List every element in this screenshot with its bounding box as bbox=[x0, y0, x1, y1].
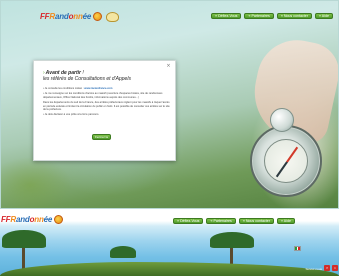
palm-tree-image bbox=[210, 232, 254, 248]
meteo-link[interactable]: www.meteofrance.com bbox=[84, 87, 112, 90]
palm-tree-image bbox=[2, 230, 46, 248]
top-navigation: « Défiez-Vous « Partenaires « Nous conta… bbox=[211, 13, 333, 19]
nav-button-contact[interactable]: « Nous contacter bbox=[276, 13, 312, 19]
logo-text: FFRandonnée bbox=[40, 12, 92, 21]
top-navigation: « Défiez-Vous « Partenaires « Nous conta… bbox=[173, 218, 295, 224]
modal-paragraph: • Je me renseigne sur les conditions d'a… bbox=[43, 92, 163, 99]
compass-needle bbox=[275, 146, 299, 178]
compass-image bbox=[250, 125, 322, 197]
hills-image bbox=[0, 262, 339, 276]
facebook-icon[interactable]: f bbox=[324, 265, 330, 271]
social-label: Suivez-nous bbox=[305, 267, 322, 271]
logo-text: FFRandonnée bbox=[1, 215, 53, 224]
modal-paragraph-text: • Je consulte les conditions météo : bbox=[43, 87, 84, 90]
logo-badge-icon bbox=[106, 11, 120, 22]
twitter-icon[interactable]: t bbox=[332, 265, 338, 271]
compass-lens-image bbox=[270, 108, 294, 132]
close-icon[interactable]: × bbox=[166, 64, 171, 69]
modal-paragraph: • Je dois déclarer à une prôle à la loi … bbox=[43, 113, 100, 117]
nav-button-defiez-vous[interactable]: « Défiez-Vous bbox=[211, 13, 242, 19]
modal-paragraph: Dans les départements du sud de la Franc… bbox=[43, 101, 170, 111]
modal-title: ›Avant de partir ! les référés de Consul… bbox=[43, 70, 131, 82]
compass-face bbox=[264, 139, 308, 183]
bush-image bbox=[110, 246, 136, 258]
site-logo[interactable]: FFRandonnée bbox=[40, 11, 120, 22]
nav-button-contact[interactable]: « Nous contacter bbox=[238, 218, 274, 224]
logo-emblem-icon bbox=[93, 12, 103, 21]
nav-button-defiez-vous[interactable]: « Défiez-Vous bbox=[173, 218, 204, 224]
modal-paragraph: • Je consulte les conditions météo : www… bbox=[43, 87, 170, 90]
close-window-button[interactable]: Fermer la fenêtre bbox=[92, 134, 111, 144]
secondary-screen: FFRandonnée « Défiez-Vous « Partenaires … bbox=[0, 212, 339, 276]
nav-button-partenaires[interactable]: « Partenaires bbox=[244, 13, 274, 19]
main-screen: FFRandonnée « Défiez-Vous « Partenaires … bbox=[0, 0, 339, 209]
nav-button-partenaires[interactable]: « Partenaires bbox=[206, 218, 236, 224]
modal-title-line2: les référés de Consultations et d'Appels bbox=[43, 76, 131, 82]
nav-button-aide[interactable]: « Aide bbox=[315, 13, 333, 19]
nav-button-aide[interactable]: « Aide bbox=[277, 218, 295, 224]
site-logo[interactable]: FFRandonnée bbox=[1, 215, 64, 224]
info-modal: × ›Avant de partir ! les référés de Cons… bbox=[33, 60, 176, 161]
modal-body: • Je consulte les conditions météo : www… bbox=[43, 87, 170, 119]
logo-emblem-icon bbox=[54, 215, 64, 224]
language-flag-icon[interactable] bbox=[294, 246, 301, 251]
